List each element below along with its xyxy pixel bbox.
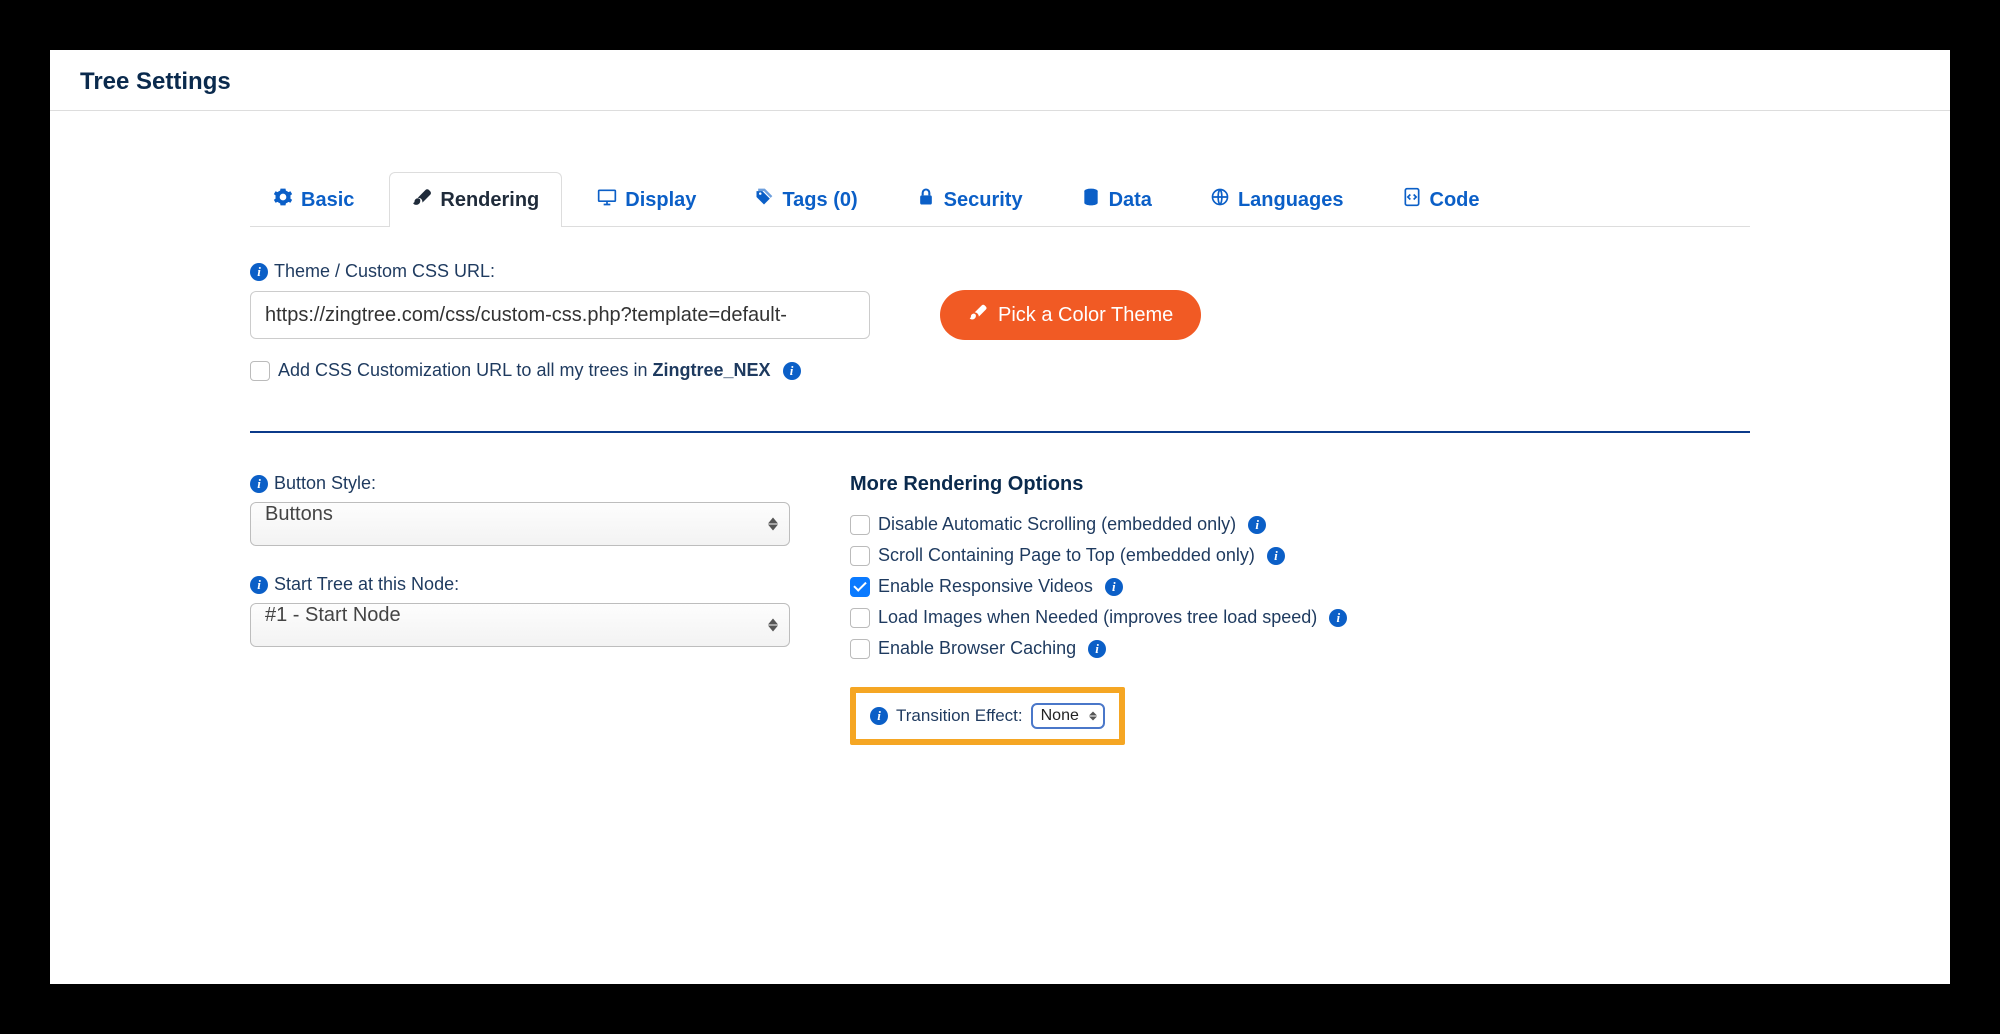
apply-all-trees-label: Add CSS Customization URL to all my tree… bbox=[278, 360, 771, 381]
code-file-icon bbox=[1402, 187, 1422, 213]
info-icon[interactable]: i bbox=[250, 263, 268, 281]
option-lazy-images: Load Images when Needed (improves tree l… bbox=[850, 607, 1750, 628]
tabs-bar: Basic Rendering Display Tags (0) bbox=[250, 171, 1750, 227]
more-options-heading: More Rendering Options bbox=[850, 473, 1750, 496]
info-icon[interactable]: i bbox=[1267, 547, 1285, 565]
info-icon[interactable]: i bbox=[870, 707, 888, 725]
gear-icon bbox=[273, 187, 293, 213]
brush-icon bbox=[412, 187, 432, 213]
content-area: Basic Rendering Display Tags (0) bbox=[50, 111, 1950, 745]
transition-effect-label: Transition Effect: bbox=[896, 706, 1023, 726]
brush-icon bbox=[968, 302, 988, 328]
tab-languages[interactable]: Languages bbox=[1187, 172, 1367, 227]
tab-label: Basic bbox=[301, 189, 354, 212]
info-icon[interactable]: i bbox=[1088, 640, 1106, 658]
tab-label: Languages bbox=[1238, 189, 1344, 212]
apply-all-trees-row: Add CSS Customization URL to all my tree… bbox=[250, 360, 1750, 381]
tab-tags[interactable]: Tags (0) bbox=[731, 172, 880, 227]
scroll-top-checkbox[interactable] bbox=[850, 546, 870, 566]
option-scroll-top: Scroll Containing Page to Top (embedded … bbox=[850, 545, 1750, 566]
page-title: Tree Settings bbox=[50, 50, 1950, 111]
option-responsive-videos: Enable Responsive Videos i bbox=[850, 576, 1750, 597]
start-node-select[interactable]: #1 - Start Node bbox=[250, 603, 790, 647]
info-icon[interactable]: i bbox=[1248, 516, 1266, 534]
tab-display[interactable]: Display bbox=[574, 172, 719, 227]
start-node-label: i Start Tree at this Node: bbox=[250, 574, 790, 595]
monitor-icon bbox=[597, 187, 617, 213]
tab-data[interactable]: Data bbox=[1058, 172, 1175, 227]
info-icon[interactable]: i bbox=[783, 362, 801, 380]
info-icon[interactable]: i bbox=[1329, 609, 1347, 627]
tab-security[interactable]: Security bbox=[893, 172, 1046, 227]
browser-caching-checkbox[interactable] bbox=[850, 639, 870, 659]
button-style-label: i Button Style: bbox=[250, 473, 790, 494]
button-style-select[interactable]: Buttons bbox=[250, 502, 790, 546]
disable-scroll-checkbox[interactable] bbox=[850, 515, 870, 535]
tab-label: Rendering bbox=[440, 189, 539, 212]
tab-label: Display bbox=[625, 189, 696, 212]
database-icon bbox=[1081, 187, 1101, 213]
tab-label: Security bbox=[944, 189, 1023, 212]
section-divider bbox=[250, 431, 1750, 433]
theme-url-label: i Theme / Custom CSS URL: bbox=[250, 261, 1750, 282]
info-icon[interactable]: i bbox=[1105, 578, 1123, 596]
info-icon[interactable]: i bbox=[250, 576, 268, 594]
lazy-images-checkbox[interactable] bbox=[850, 608, 870, 628]
responsive-videos-checkbox[interactable] bbox=[850, 577, 870, 597]
globe-icon bbox=[1210, 187, 1230, 213]
tab-basic[interactable]: Basic bbox=[250, 172, 377, 227]
chevron-updown-icon bbox=[1089, 712, 1097, 721]
lock-icon bbox=[916, 187, 936, 213]
tab-label: Data bbox=[1109, 189, 1152, 212]
transition-effect-select[interactable]: None bbox=[1031, 703, 1105, 729]
tab-label: Code bbox=[1430, 189, 1480, 212]
pick-color-theme-button[interactable]: Pick a Color Theme bbox=[940, 290, 1201, 340]
tab-label: Tags (0) bbox=[782, 189, 857, 212]
transition-effect-highlight: i Transition Effect: None bbox=[850, 687, 1125, 745]
settings-window: Tree Settings Basic Rendering Display bbox=[50, 50, 1950, 984]
option-browser-caching: Enable Browser Caching i bbox=[850, 638, 1750, 659]
info-icon[interactable]: i bbox=[250, 475, 268, 493]
theme-url-input[interactable] bbox=[250, 291, 870, 339]
apply-all-trees-checkbox[interactable] bbox=[250, 361, 270, 381]
option-disable-scroll: Disable Automatic Scrolling (embedded on… bbox=[850, 514, 1750, 535]
tab-code[interactable]: Code bbox=[1379, 172, 1503, 227]
tab-rendering[interactable]: Rendering bbox=[389, 172, 562, 227]
tags-icon bbox=[754, 187, 774, 213]
